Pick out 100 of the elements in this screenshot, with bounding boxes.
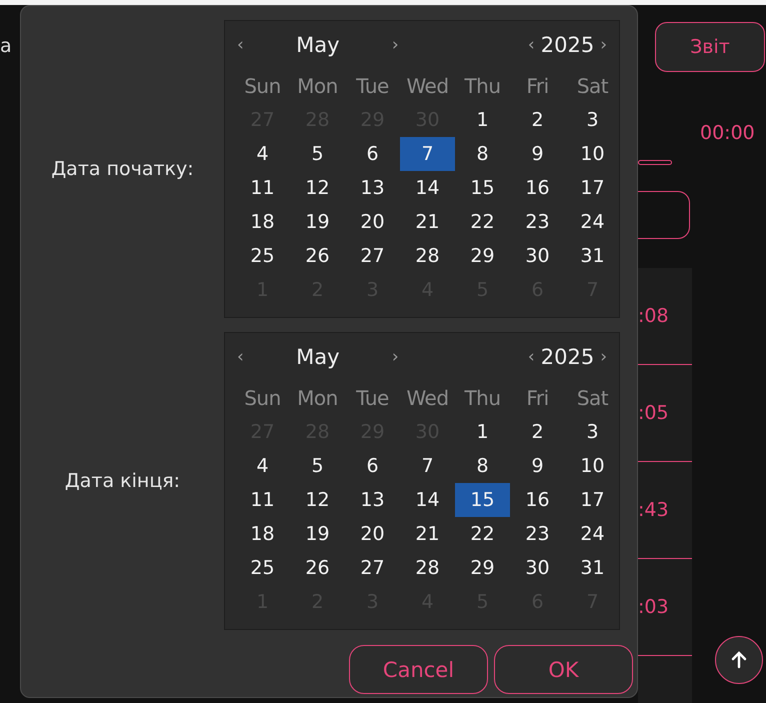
weekday-header: Mon [296,385,339,412]
day-cell[interactable]: 5 [290,137,345,171]
day-cell[interactable]: 5 [290,449,345,483]
year-text: 2025 [540,345,594,369]
day-cell[interactable]: 4 [235,137,290,171]
day-cell[interactable]: 25 [235,551,290,585]
day-cell[interactable]: 27 [345,239,400,273]
day-cell[interactable]: 11 [235,171,290,205]
weekday-header: Tue [355,73,390,100]
day-cell[interactable]: 9 [510,137,565,171]
day-cell[interactable]: 3 [565,415,620,449]
day-cell[interactable]: 15 [455,483,510,517]
day-cell[interactable]: 26 [290,239,345,273]
weekday-header: Sat [576,73,610,100]
day-cell[interactable]: 26 [290,551,345,585]
day-cell[interactable]: 27 [345,551,400,585]
previous-month-button[interactable]: ‹ [233,347,248,367]
weekday-header: Wed [405,73,450,100]
day-cell[interactable]: 2 [510,415,565,449]
previous-month-button[interactable]: ‹ [233,35,248,55]
day-cell[interactable]: 31 [565,551,620,585]
day-cell[interactable]: 20 [345,517,400,551]
day-cell[interactable]: 13 [345,171,400,205]
day-cell[interactable]: 19 [290,205,345,239]
day-cell[interactable]: 12 [290,483,345,517]
label-text: а [0,35,12,57]
day-cell[interactable]: 16 [510,483,565,517]
cancel-button[interactable]: Cancel [349,645,488,694]
time-text: :43 [638,499,669,521]
weekday-header: Mon [296,73,339,100]
day-cell[interactable]: 21 [400,205,455,239]
date-label: Дата кінця: [64,470,182,492]
day-cell[interactable]: 7 [400,137,455,171]
day-cell[interactable]: 20 [345,205,400,239]
previous-year-button[interactable]: ‹ [524,35,539,55]
day-cell[interactable]: 6 [345,449,400,483]
year-text: 2025 [540,33,594,57]
day-cell[interactable]: 9 [510,449,565,483]
weekday-header: Fri [525,73,550,100]
day-cell[interactable]: 17 [565,483,620,517]
day-cell[interactable]: 23 [510,205,565,239]
day-cell[interactable]: 6 [345,137,400,171]
day-cell[interactable]: 15 [455,171,510,205]
day-cell[interactable]: 29 [455,239,510,273]
next-month-button[interactable]: › [388,347,403,367]
day-cell[interactable]: 14 [400,171,455,205]
day-cell[interactable]: 30 [510,551,565,585]
weekday-header: Thu [463,385,502,412]
day-cell[interactable]: 25 [235,239,290,273]
month-text: May [295,345,341,369]
day-cell[interactable]: 18 [235,517,290,551]
scroll-up-button[interactable] [715,636,763,684]
day-cell[interactable]: 1 [455,103,510,137]
day-cell[interactable]: 17 [565,171,620,205]
day-cell[interactable]: 3 [565,103,620,137]
next-month-button[interactable]: › [388,35,403,55]
month-text: May [295,33,341,57]
day-cell[interactable]: 22 [455,517,510,551]
weekday-header: Wed [405,385,450,412]
day-cell[interactable]: 28 [400,551,455,585]
day-cell[interactable]: 14 [400,483,455,517]
arrow-up-icon [731,651,747,669]
weekday-header: Fri [525,385,550,412]
time-text: :03 [638,596,669,618]
day-cell[interactable]: 2 [510,103,565,137]
next-year-button[interactable]: › [596,35,611,55]
day-cell[interactable]: 22 [455,205,510,239]
next-year-button[interactable]: › [596,347,611,367]
day-cell[interactable]: 11 [235,483,290,517]
day-cell[interactable]: 16 [510,171,565,205]
day-cell[interactable]: 30 [510,239,565,273]
report-button[interactable]: Звіт [655,22,765,72]
time-text: :08 [638,305,669,327]
weekday-header: Sun [243,73,282,100]
previous-year-button[interactable]: ‹ [524,347,539,367]
day-cell[interactable]: 10 [565,449,620,483]
day-cell[interactable]: 8 [455,137,510,171]
day-cell[interactable]: 12 [290,171,345,205]
day-cell[interactable]: 8 [455,449,510,483]
weekday-header: Tue [355,385,390,412]
day-cell[interactable]: 28 [400,239,455,273]
day-cell[interactable]: 18 [235,205,290,239]
day-cell[interactable]: 29 [455,551,510,585]
day-cell[interactable]: 23 [510,517,565,551]
time-text: 00:00 [700,122,756,144]
day-cell[interactable]: 4 [235,449,290,483]
slider-track [638,160,672,165]
day-cell[interactable]: 21 [400,517,455,551]
day-cell[interactable]: 24 [565,517,620,551]
date-label: Дата початку: [50,158,195,180]
ok-button[interactable]: OK [494,645,633,694]
day-cell[interactable]: 19 [290,517,345,551]
day-cell[interactable]: 24 [565,205,620,239]
day-cell[interactable]: 1 [455,415,510,449]
day-cell[interactable]: 7 [400,449,455,483]
day-cell[interactable]: 13 [345,483,400,517]
day-cell[interactable]: 31 [565,239,620,273]
day-cell[interactable]: 10 [565,137,620,171]
weekday-header: Thu [463,73,502,100]
weekday-header: Sun [243,385,282,412]
